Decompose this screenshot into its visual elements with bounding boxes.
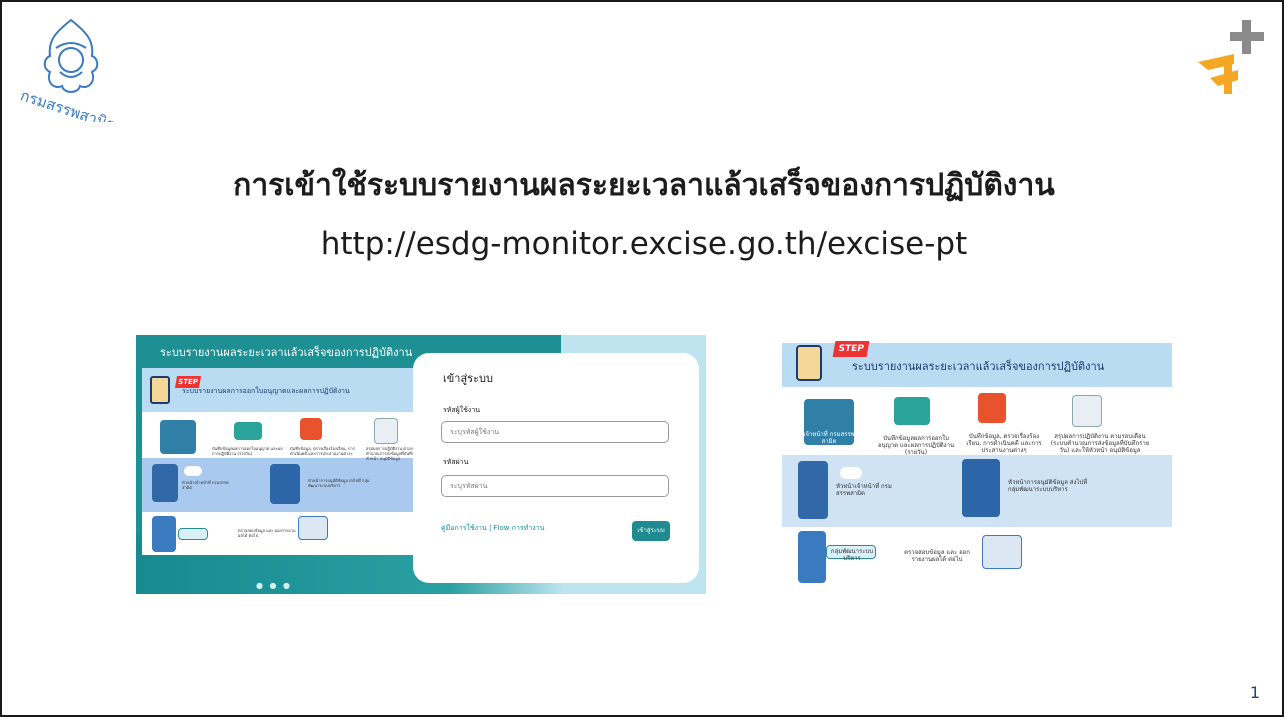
money-icon	[234, 422, 262, 440]
money-icon	[894, 397, 930, 425]
approve-icon	[184, 466, 202, 476]
excise-department-seal-icon: กรมสรรพสามิต	[18, 18, 118, 122]
infographic-title: ระบบรายงานผลระยะเวลาแล้วเสร็จของการปฏิบั…	[852, 360, 1105, 373]
brand-arrow-plus-icon	[1198, 20, 1264, 94]
manual-flow-link[interactable]: คู่มือการใช้งาน | Flow การทำงาน	[441, 523, 544, 534]
r-step-text-4: หัวหน้าเจ้าหน้าที่ กรมสรรพสามิต	[836, 483, 892, 497]
login-button[interactable]: เข้าสู่ระบบ	[632, 521, 670, 541]
supervisor-figure-icon	[152, 464, 178, 502]
worker-figure-icon	[798, 531, 826, 583]
username-label: รหัสผู้ใช้งาน	[443, 406, 481, 414]
password-label: รหัสผ่าน	[443, 458, 469, 466]
login-page-screenshot: ระบบรายงานผลระยะเวลาแล้วเสร็จของการปฏิบั…	[136, 335, 706, 594]
clipboard-icon	[150, 376, 170, 404]
worker-figure-icon	[152, 516, 176, 552]
username-input[interactable]: ระบุรหัสผู้ใช้งาน	[441, 421, 669, 443]
password-input[interactable]: ระบุรหัสผ่าน	[441, 475, 669, 497]
r-step-text-0: เจ้าหน้าที่ กรมสรรพสามิต	[803, 431, 855, 445]
report-icon	[374, 418, 398, 444]
process-infographic-screenshot: STEP ระบบรายงานผลระยะเวลาแล้วเสร็จของการ…	[782, 335, 1172, 587]
carousel-dots[interactable]: ● ● ●	[256, 581, 292, 590]
step-text-1: บันทึกข้อมูลผลการออกใบอนุญาต และผลการปฏิ…	[212, 446, 283, 456]
r-step-text-7: ตรวจสอบข้อมูล และ ออกรายงานผลได้ ต่อไป	[904, 549, 970, 563]
slide-title: การเข้าใช้ระบบรายงานผลระยะเวลาแล้วเสร็จข…	[233, 168, 1055, 203]
clipboard-icon	[796, 345, 822, 381]
system-url: http://esdg-monitor.excise.go.th/excise-…	[320, 226, 968, 262]
step-text-7: ตรวจสอบข้อมูล และ ออกรายงานผลได้ ต่อไป	[238, 528, 296, 538]
supervisor-figure-icon	[798, 461, 828, 519]
officer-figure-icon	[160, 420, 196, 454]
system-header: ระบบรายงานผลระยะเวลาแล้วเสร็จของการปฏิบั…	[160, 346, 413, 359]
sign-board-icon	[178, 528, 208, 540]
login-form: เข้าสู่ระบบ รหัสผู้ใช้งาน ระบุรหัสผู้ใช้…	[413, 353, 699, 583]
r-step-text-6: กลุ่มพัฒนาระบบบริหาร	[830, 548, 874, 562]
info-card-title: ระบบรายงานผลการออกใบอนุญาตและผลการปฏิบัต…	[182, 387, 350, 395]
flag-bearer-icon	[270, 464, 300, 504]
flag-icon	[300, 418, 322, 440]
step-text-5: หัวหน้าการอนุมัติข้อมูล ส่งไปที่ กลุ่มพั…	[308, 478, 370, 488]
approve-icon	[840, 467, 862, 479]
computer-icon	[298, 516, 328, 540]
flag-bearer-icon	[962, 459, 1000, 517]
login-title: เข้าสู่ระบบ	[443, 372, 493, 385]
computer-icon	[982, 535, 1022, 569]
slide: กรมสรรพสามิต การเข้าใช้ระบบรายงานผลระยะเ…	[0, 0, 1284, 717]
flag-icon	[978, 393, 1006, 423]
step-text-4: หัวหน้าเจ้าหน้าที่ กรมสรรพสามิต	[182, 480, 229, 490]
step-badge: STEP	[832, 341, 870, 357]
r-step-text-3: สรุปผลการปฏิบัติงาน ตามรอบเดือน (ระบบคำน…	[1050, 433, 1150, 454]
r-step-text-2: บันทึกข้อมูล, ตรวจเรื่องร้องเรียน, การดำ…	[966, 433, 1042, 454]
r-step-text-5: หัวหน้าการอนุมัติข้อมูล ส่งไปที่ กลุ่มพั…	[1008, 479, 1088, 493]
r-step-text-1: บันทึกข้อมูลผลการออกใบอนุญาต และผลการปฏิ…	[877, 435, 955, 456]
step-text-2: บันทึกข้อมูล, ตรวจเรื่องร้องเรียน, การดำ…	[290, 446, 355, 456]
page-number: 1	[1249, 683, 1260, 702]
report-icon	[1072, 395, 1102, 427]
